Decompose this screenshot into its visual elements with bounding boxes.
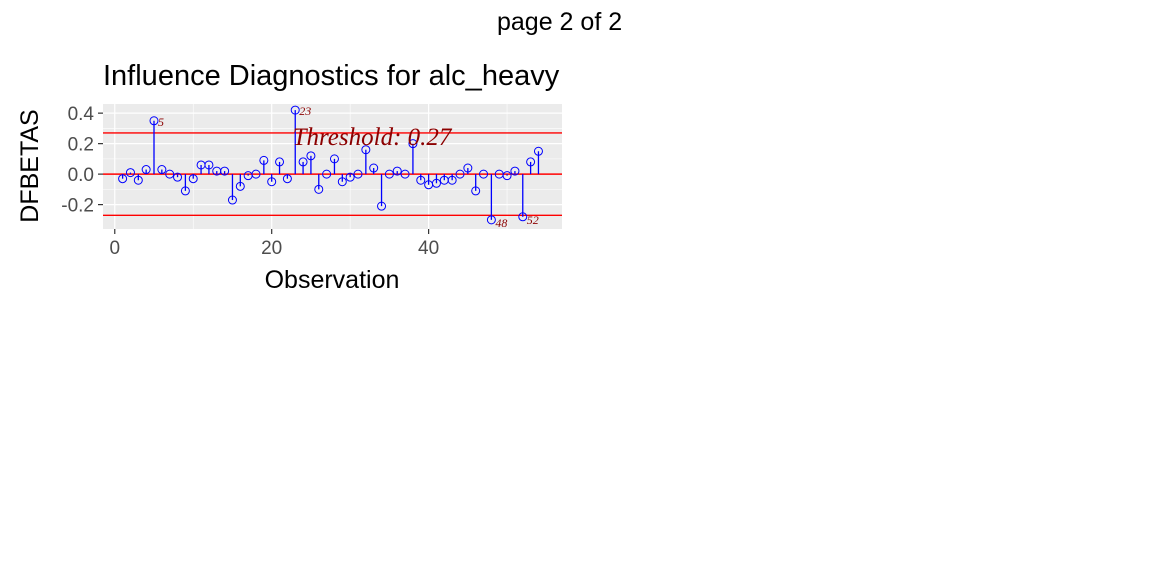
- point-label: 23: [299, 104, 311, 118]
- y-tick-label: 0.4: [68, 104, 95, 125]
- x-axis-title: Observation: [265, 266, 400, 294]
- point-label: 48: [495, 216, 507, 230]
- y-tick-label: -0.2: [61, 196, 94, 217]
- threshold-annotation: Threshold: 0.27: [293, 124, 453, 151]
- plot-panel: [103, 104, 562, 229]
- x-tick-label: 40: [418, 238, 439, 259]
- y-tick-label: 0.2: [68, 135, 94, 156]
- y-axis: -0.2 0.0 0.2 0.4: [61, 104, 103, 217]
- point-label: 5: [158, 115, 164, 129]
- dfbetas-chart: Influence Diagnostics for alc_heavy 5 23 4…: [16, 60, 562, 294]
- x-axis: 0 20 40: [109, 229, 439, 259]
- y-axis-title: DFBETAS: [16, 109, 44, 222]
- x-tick-label: 20: [261, 238, 282, 259]
- y-tick-label: 0.0: [68, 165, 94, 186]
- plot-canvas: page 2 of 2 Influence Diagnostics for al…: [0, 0, 1152, 576]
- x-tick-label: 0: [109, 238, 120, 259]
- chart-title: Influence Diagnostics for alc_heavy: [103, 60, 560, 92]
- point-label: 52: [527, 213, 539, 227]
